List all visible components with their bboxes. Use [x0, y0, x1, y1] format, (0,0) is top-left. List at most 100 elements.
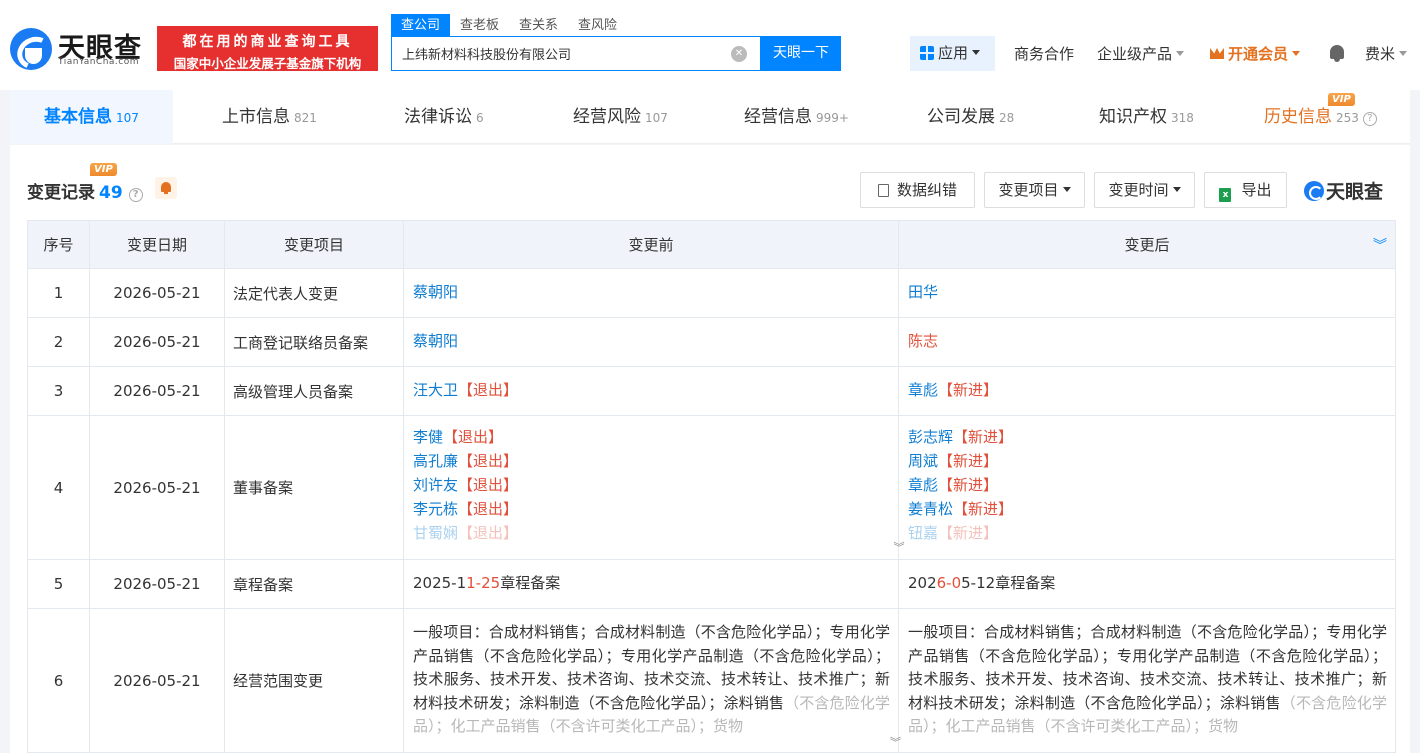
change-time-filter[interactable]: 变更时间	[1094, 172, 1195, 208]
nav-vip-label: 开通会员	[1228, 45, 1289, 63]
search-tab-boss[interactable]: 查老板	[450, 14, 509, 36]
tab-operation-risk[interactable]: 经营风险 107	[573, 90, 668, 144]
cell-after: 2026-05-12章程备案	[898, 559, 1396, 609]
header-no: 序号	[27, 220, 90, 269]
subscribe-bell-icon[interactable]	[155, 177, 177, 199]
person-link[interactable]: 彭志辉	[908, 428, 953, 446]
cell-before: 蔡朝阳	[403, 317, 899, 367]
search-tab-company[interactable]: 查公司	[391, 14, 451, 36]
person-link[interactable]: 甘蜀娴	[413, 524, 458, 542]
person-link[interactable]: 李元栋	[413, 500, 458, 518]
cell-item: 董事备案	[224, 415, 404, 560]
search-tab-relation[interactable]: 查关系	[509, 14, 568, 36]
search-tab-risk[interactable]: 查风险	[568, 14, 627, 36]
crown-icon	[1210, 48, 1224, 59]
collapse-all-icon[interactable]: ︾	[1373, 235, 1387, 255]
slogan-banner[interactable]: 都在用的商业查询工具 国家中小企业发展子基金旗下机构	[157, 26, 378, 71]
chevron-down-icon	[1172, 187, 1181, 192]
nav-business-cooperation[interactable]: 商务合作	[1014, 43, 1074, 64]
apps-menu[interactable]: 应用	[910, 36, 995, 71]
header-date: 变更日期	[89, 220, 225, 269]
person-link[interactable]: 刘许友	[413, 476, 458, 494]
tab-label: 法律诉讼	[404, 107, 472, 127]
tab-count: 107	[116, 111, 139, 125]
cell-no: 6	[27, 608, 90, 753]
cell-no: 4	[27, 415, 90, 560]
cell-no: 3	[27, 366, 90, 416]
diff-highlight: 1-2	[466, 574, 491, 592]
cell-item: 工商登记联络员备案	[224, 317, 404, 367]
notification-bell-icon[interactable]	[1330, 45, 1344, 62]
change-time-label: 变更时间	[1108, 181, 1169, 199]
tab-count: 318	[1171, 111, 1194, 125]
change-records-table: 序号 变更日期 变更项目 变更前 变更后 ︾ 1 2026-05-21 法定代表…	[27, 220, 1396, 753]
section-title: 变更记录 49?	[27, 178, 143, 203]
tab-listing-info[interactable]: 上市信息 821	[222, 90, 317, 144]
search-button[interactable]: 天眼一下	[761, 36, 841, 71]
table-row: 4 2026-05-21 董事备案 李健【退出】 高孔廉【退出】 刘许友【退出】…	[27, 415, 1396, 560]
text-part: 章程备案	[500, 574, 561, 592]
person-link[interactable]: 蔡朝阳	[413, 332, 458, 350]
header-after: 变更后 ︾	[898, 220, 1396, 269]
new-tag: 【新进】	[953, 428, 1014, 446]
nav-open-vip[interactable]: 开通会员	[1210, 43, 1301, 64]
cell-no: 1	[27, 268, 90, 318]
business-scope-text: 一般项目：合成材料销售；合成材料制造（不含危险化学品）；专用化学产品销售（不含危…	[413, 621, 890, 739]
change-item-filter[interactable]: 变更项目	[984, 172, 1085, 208]
cell-after: 彭志辉【新进】 周斌【新进】 章彪【新进】 姜青松【新进】 钮嘉【新进】 ︾	[894, 415, 1396, 560]
tab-label: 上市信息	[222, 107, 290, 127]
person-link[interactable]: 高孔廉	[413, 452, 458, 470]
chevron-down-icon	[1062, 187, 1071, 192]
cell-before: 李健【退出】 高孔廉【退出】 刘许友【退出】 李元栋【退出】 甘蜀娴【退出】	[403, 415, 899, 560]
user-menu[interactable]: 费米	[1365, 43, 1408, 64]
tab-count: 999+	[816, 111, 849, 125]
expand-icon[interactable]: ︾	[893, 542, 905, 553]
person-link[interactable]: 周斌	[908, 452, 938, 470]
tab-company-development[interactable]: 公司发展 28	[927, 90, 1014, 144]
exit-tag: 【退出】	[458, 500, 519, 518]
cell-item: 高级管理人员备案	[224, 366, 404, 416]
person-link[interactable]: 田华	[908, 283, 938, 301]
exit-tag: 【退出】	[458, 452, 519, 470]
nav-enterprise-products[interactable]: 企业级产品	[1097, 43, 1185, 64]
person-link[interactable]: 蔡朝阳	[413, 283, 458, 301]
person-link[interactable]: 李健	[413, 428, 443, 446]
tab-intellectual-property[interactable]: 知识产权 318	[1099, 90, 1194, 144]
table-row: 6 2026-05-21 经营范围变更 一般项目：合成材料销售；合成材料制造（不…	[27, 608, 1396, 753]
table-header-row: 序号 变更日期 变更项目 变更前 变更后 ︾	[27, 220, 1396, 269]
cell-after: 陈志	[898, 317, 1396, 367]
top-header: 天眼查 TianYanCha.com 都在用的商业查询工具 国家中小企业发展子基…	[0, 0, 1420, 90]
export-button[interactable]: x 导出	[1204, 172, 1287, 208]
tab-legal-litigation[interactable]: 法律诉讼 6	[404, 90, 484, 144]
chevron-down-icon	[1292, 51, 1301, 56]
person-link[interactable]: 姜青松	[908, 500, 953, 518]
exit-tag: 【退出】	[458, 476, 519, 494]
user-name: 费米	[1365, 45, 1396, 63]
exit-tag: 【退出】	[458, 524, 519, 542]
tab-basic-info[interactable]: 基本信息 107	[10, 90, 173, 144]
person-name: 陈志	[908, 332, 939, 350]
help-icon[interactable]: ?	[128, 188, 143, 202]
cell-item: 经营范围变更	[224, 608, 404, 753]
search-type-tabs: 查公司 查老板 查关系 查风险	[391, 14, 627, 36]
search-input[interactable]	[392, 37, 722, 70]
vip-badge: VIP	[1328, 93, 1355, 106]
person-link[interactable]: 章彪	[908, 381, 938, 399]
tianyancha-logo[interactable]: 天眼查 TianYanCha.com	[10, 26, 150, 72]
person-link[interactable]: 章彪	[908, 476, 938, 494]
clear-search-icon[interactable]: ✕	[731, 46, 747, 62]
section-title-text: 变更记录	[27, 183, 95, 203]
help-icon[interactable]: ?	[1362, 112, 1377, 126]
logo-domain: TianYanCha.com	[58, 57, 140, 67]
tab-operation-info[interactable]: 经营信息 999+	[744, 90, 849, 144]
tab-count: 6	[476, 111, 484, 125]
data-correction-button[interactable]: 数据纠错	[860, 172, 975, 208]
person-link[interactable]: 钮嘉	[908, 524, 938, 542]
cell-date: 2026-05-21	[89, 366, 225, 416]
change-records-section: VIP 变更记录 49? 数据纠错 变更项目 变更时间 x 导出 天眼查 序号 变更…	[10, 145, 1410, 753]
person-link[interactable]: 汪大卫	[413, 381, 458, 399]
brand-text: 天眼查	[1326, 181, 1384, 203]
slogan-line1: 都在用的商业查询工具	[182, 34, 353, 50]
cell-no: 5	[27, 559, 90, 609]
tab-history-info[interactable]: 历史信息 253?	[1264, 90, 1377, 144]
